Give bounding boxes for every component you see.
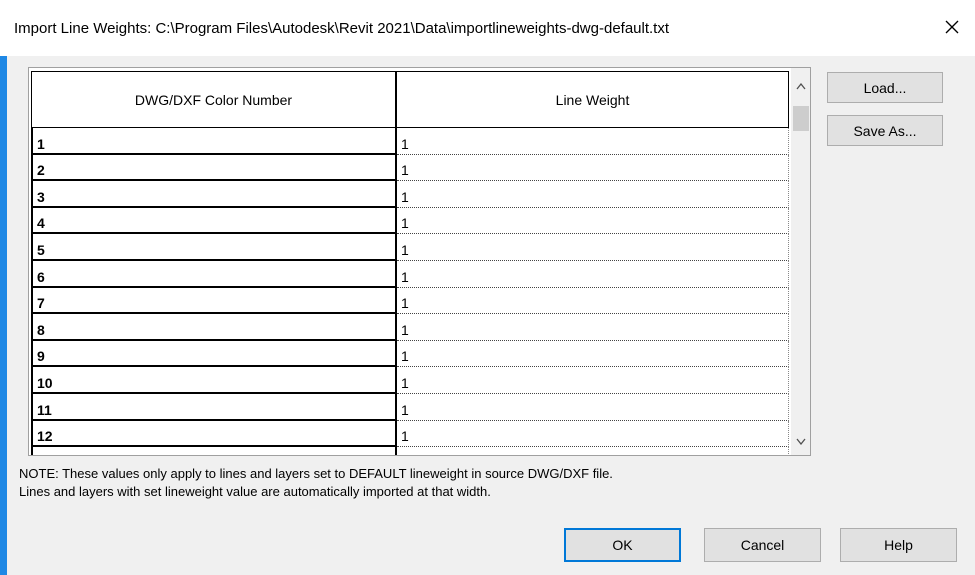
column-header-line-weight[interactable]: Line Weight: [397, 71, 789, 128]
table-row[interactable]: 81: [31, 314, 789, 341]
table-row[interactable]: 131: [31, 447, 789, 455]
title-bar: Import Line Weights: C:\Program Files\Au…: [0, 0, 975, 56]
grid-content: DWG/DXF Color Number Line Weight 1121314…: [31, 71, 789, 455]
line-weight-cell[interactable]: 1: [397, 314, 789, 341]
color-number-cell: 5: [31, 234, 397, 261]
table-row[interactable]: 61: [31, 260, 789, 288]
close-icon: [944, 19, 960, 38]
line-weight-cell[interactable]: 1: [397, 260, 789, 288]
window-left-edge: [0, 56, 7, 575]
color-number-cell: 1: [31, 128, 397, 155]
load-button[interactable]: Load...: [827, 72, 943, 103]
table-row[interactable]: 91: [31, 340, 789, 368]
dialog-client-area: DWG/DXF Color Number Line Weight 1121314…: [7, 56, 975, 575]
scroll-up-button[interactable]: [791, 78, 810, 96]
color-number-cell: 9: [31, 340, 397, 368]
table-row[interactable]: 51: [31, 234, 789, 261]
line-weight-cell[interactable]: 1: [397, 447, 789, 455]
line-weights-grid: DWG/DXF Color Number Line Weight 1121314…: [28, 67, 811, 456]
line-weight-cell[interactable]: 1: [397, 367, 789, 394]
line-weight-cell[interactable]: 1: [397, 128, 789, 155]
color-number-cell: 6: [31, 260, 397, 288]
color-number-cell: 11: [31, 393, 397, 421]
table-row[interactable]: 41: [31, 207, 789, 235]
table-row[interactable]: 31: [31, 181, 789, 208]
table-row[interactable]: 71: [31, 287, 789, 315]
color-number-cell: 12: [31, 420, 397, 448]
grid-header: DWG/DXF Color Number Line Weight: [31, 71, 789, 128]
column-header-color-number[interactable]: DWG/DXF Color Number: [31, 71, 397, 128]
line-weight-cell[interactable]: 1: [397, 207, 789, 235]
table-row[interactable]: 12 1: [31, 420, 789, 448]
chevron-down-icon: [795, 436, 806, 448]
color-number-cell: 4: [31, 207, 397, 235]
grid-rows: 112131415161718191101111121131: [31, 128, 789, 455]
scroll-down-button[interactable]: [791, 433, 810, 451]
note-line-2: Lines and layers with set lineweight val…: [19, 484, 491, 499]
color-number-cell: 7: [31, 287, 397, 315]
color-number-cell: 13: [31, 447, 397, 455]
note-line-1: NOTE: These values only apply to lines a…: [19, 466, 613, 481]
line-weight-cell[interactable]: 1: [397, 420, 789, 448]
color-number-cell: 3: [31, 181, 397, 208]
table-row[interactable]: 11: [31, 128, 789, 155]
close-button[interactable]: [929, 8, 975, 48]
line-weight-cell[interactable]: 1: [397, 340, 789, 368]
table-row[interactable]: 11 1: [31, 393, 789, 421]
ok-button[interactable]: OK: [564, 528, 681, 562]
line-weight-cell[interactable]: 1: [397, 154, 789, 182]
scroll-thumb[interactable]: [793, 106, 809, 131]
color-number-cell: 10: [31, 367, 397, 394]
note-text: NOTE: These values only apply to lines a…: [19, 465, 613, 501]
table-row[interactable]: 10 1: [31, 367, 789, 394]
vertical-scrollbar[interactable]: [791, 68, 810, 455]
chevron-up-icon: [795, 81, 806, 93]
color-number-cell: 2: [31, 154, 397, 182]
line-weight-cell[interactable]: 1: [397, 234, 789, 261]
import-line-weights-dialog: Import Line Weights: C:\Program Files\Au…: [0, 0, 975, 575]
line-weight-cell[interactable]: 1: [397, 393, 789, 421]
color-number-cell: 8: [31, 314, 397, 341]
window-title: Import Line Weights: C:\Program Files\Au…: [14, 20, 670, 37]
cancel-button[interactable]: Cancel: [704, 528, 821, 562]
line-weight-cell[interactable]: 1: [397, 287, 789, 315]
table-row[interactable]: 21: [31, 154, 789, 182]
help-button[interactable]: Help: [840, 528, 957, 562]
save-as-button[interactable]: Save As...: [827, 115, 943, 146]
line-weight-cell[interactable]: 1: [397, 181, 789, 208]
